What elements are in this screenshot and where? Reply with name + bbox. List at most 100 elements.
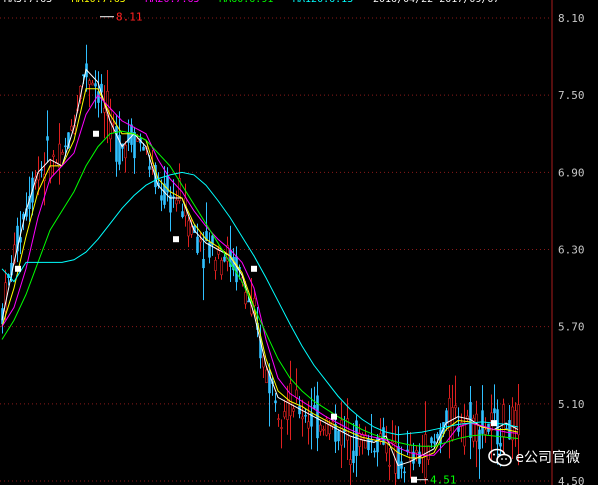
candle-body <box>94 83 97 87</box>
candle-body <box>319 424 322 432</box>
candle-body <box>61 152 64 155</box>
candle-body <box>286 400 289 420</box>
candle-body <box>436 433 439 439</box>
candle-body <box>358 432 361 447</box>
candle-body <box>52 154 55 157</box>
signal-marker <box>173 236 179 243</box>
series-line <box>1 171 519 436</box>
candle-body <box>49 166 52 179</box>
candle-body <box>283 411 286 418</box>
candle-body <box>142 146 145 151</box>
candle-body <box>187 220 190 237</box>
annotation-label: 4.51 <box>430 474 457 485</box>
candle-body <box>433 441 436 444</box>
candle-body <box>280 427 283 429</box>
candle-body <box>391 441 394 444</box>
candle-body <box>253 297 256 306</box>
signal-marker <box>491 420 497 427</box>
y-tick-label: 8.10 <box>558 12 585 25</box>
candle-body <box>475 413 478 442</box>
candle-body <box>454 405 457 409</box>
candle-body <box>364 434 367 449</box>
candle-body <box>115 126 118 162</box>
candle-body <box>322 428 325 431</box>
y-tick-label: 6.90 <box>558 166 585 179</box>
y-tick-label: 6.30 <box>558 244 585 257</box>
candle-body <box>130 124 133 145</box>
wechat-icon <box>488 448 512 468</box>
candle-body <box>124 144 127 159</box>
ma-legend: MA5:7.63 MA10:7.65 MA20:7.65 MA60:6.91 MA120… <box>4 0 499 5</box>
candle-body <box>295 389 298 398</box>
candle-body <box>91 82 94 86</box>
y-tick-label: 4.50 <box>558 475 585 485</box>
candle-body <box>301 416 304 420</box>
candle-body <box>292 408 295 412</box>
watermark-text: e公司官微 <box>515 450 580 466</box>
candle-body <box>340 419 343 446</box>
series-line <box>1 130 519 447</box>
candle-body <box>514 410 517 428</box>
price-axis-ticks: 4.50 5.10 5.70 6.30 6.90 7.50 8.10 <box>558 12 585 485</box>
candle-body <box>136 138 139 142</box>
candle-body <box>415 449 418 454</box>
candle-body <box>373 450 376 453</box>
candle-body <box>337 430 340 442</box>
candle-bars <box>1 44 520 485</box>
candle-body <box>148 166 151 170</box>
candle-body <box>112 122 115 125</box>
candle-body <box>484 429 487 435</box>
legend-entry: MA5:7.63 <box>4 0 52 5</box>
ma-series-lines <box>1 68 519 467</box>
signal-marker <box>251 265 257 272</box>
y-tick-label: 5.10 <box>558 398 585 411</box>
candle-body <box>352 450 355 464</box>
candle-body <box>247 300 250 303</box>
candle-body <box>181 211 184 217</box>
candle-body <box>304 414 307 417</box>
candle-body <box>220 259 223 276</box>
candle-body <box>133 131 136 159</box>
candle-body <box>277 418 280 420</box>
candle-body <box>397 446 400 479</box>
candle-body <box>430 437 433 444</box>
candle-body <box>103 107 106 113</box>
candle-body <box>214 259 217 271</box>
candle-body <box>388 464 391 467</box>
candle-body <box>313 405 316 409</box>
signal-marker <box>331 413 337 420</box>
candle-body <box>175 199 178 205</box>
candle-body <box>289 383 292 417</box>
candle-body <box>517 404 520 436</box>
extreme-annotations: 8.11 4.51 <box>100 11 457 485</box>
candle-body <box>349 459 352 465</box>
candle-body <box>223 256 226 262</box>
candle-body <box>265 369 268 384</box>
candle-body <box>274 400 277 404</box>
candle-body <box>334 424 337 442</box>
legend-entry: MA10:7.65 <box>72 0 126 5</box>
series-line <box>1 88 519 459</box>
candle-body <box>307 421 310 429</box>
candle-body <box>190 226 193 235</box>
candle-body <box>64 145 67 148</box>
legend-entry: MA20:7.65 <box>145 0 199 5</box>
candle-body <box>88 80 91 85</box>
candle-body <box>202 258 205 269</box>
candle-body <box>445 410 448 424</box>
candle-body <box>499 442 502 447</box>
candle-body <box>244 292 247 305</box>
candle-body <box>70 125 73 131</box>
candle-body <box>511 406 514 441</box>
candle-body <box>493 408 496 414</box>
kline-chart: 4.50 5.10 5.70 6.30 6.90 7.50 8.10 MA5:7.63 MA1… <box>0 0 585 485</box>
series-line <box>1 94 519 456</box>
y-tick-label: 7.50 <box>558 89 585 102</box>
legend-entry: 2016/04/22-2017/09/07 <box>373 0 499 5</box>
candle-body <box>196 236 199 253</box>
candle-body <box>298 405 301 415</box>
candle-body <box>463 422 466 447</box>
signal-marker <box>15 265 21 272</box>
candle-body <box>403 471 406 474</box>
candle-body <box>478 429 481 450</box>
